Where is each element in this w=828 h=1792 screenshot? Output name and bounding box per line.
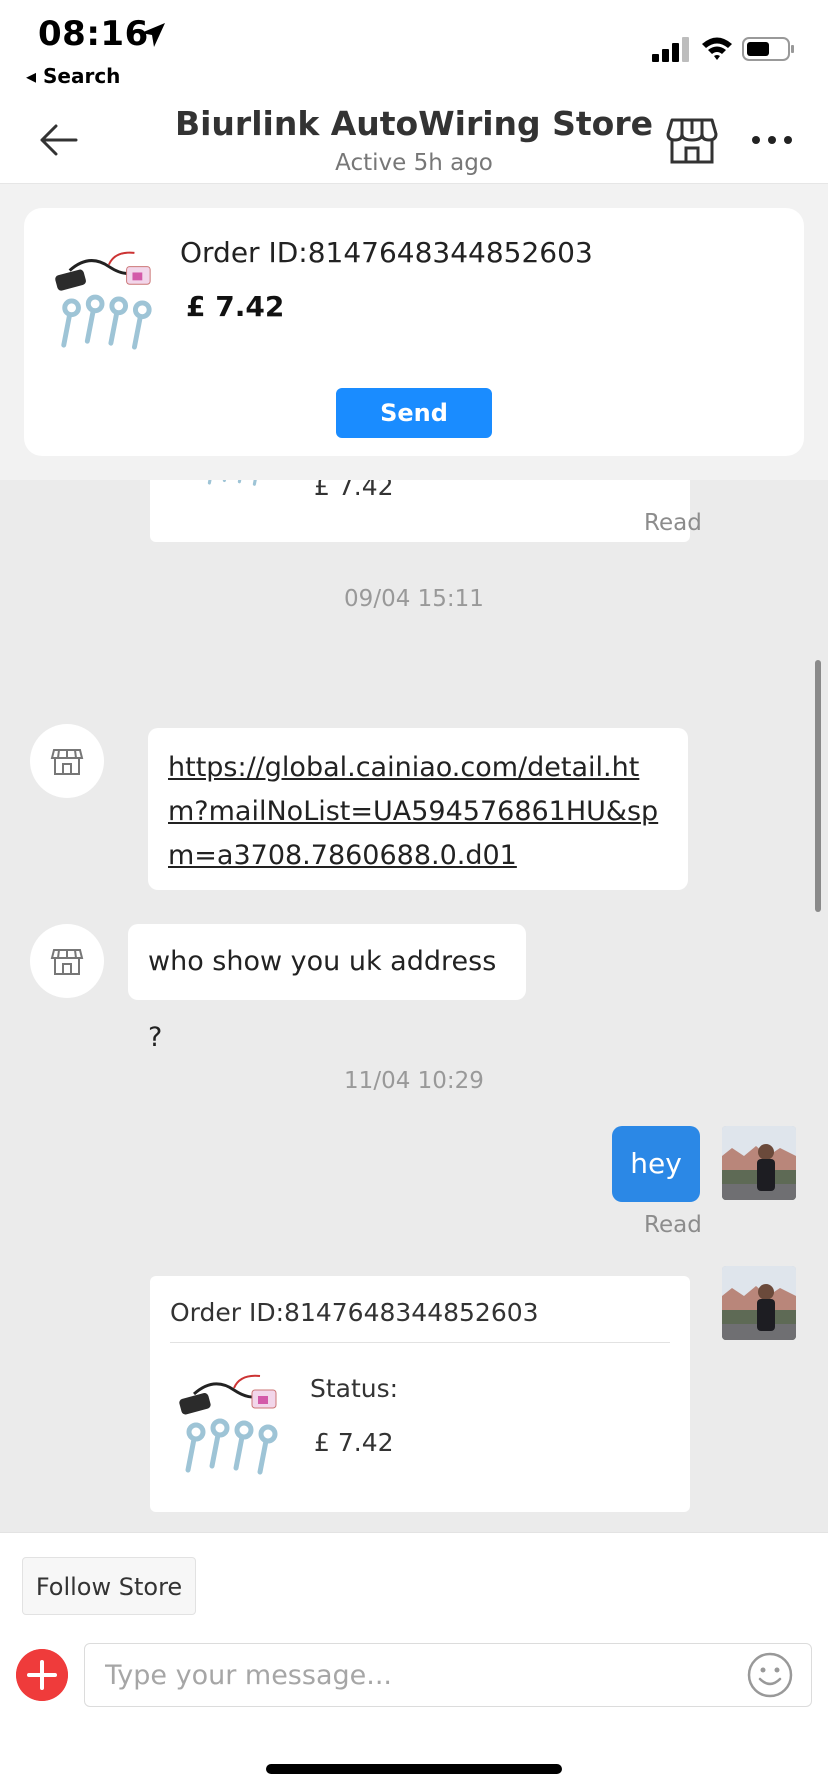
product-thumbnail (174, 1366, 284, 1478)
pinned-order-card: Order ID:8147648344852603 £ 7.42 Send (24, 208, 804, 456)
emoji-icon[interactable] (746, 1651, 794, 1699)
chat-screen: 08:16 ◂ Search Biurlink AutoWiring Store… (0, 0, 828, 1792)
pinned-order-price: £ 7.42 (186, 290, 285, 323)
read-receipt: Read (644, 1212, 702, 1238)
store-icon[interactable] (666, 116, 718, 166)
message-list[interactable]: £ 7.42 Read 09/04 15:11 https://global.c… (0, 480, 828, 1532)
pinned-order-area: Order ID:8147648344852603 £ 7.42 Send (0, 184, 828, 480)
tracking-link-message[interactable]: https://global.cainiao.com/detail.htm?ma… (148, 728, 688, 890)
cellular-signal-icon (652, 37, 689, 62)
product-thumbnail (50, 242, 158, 354)
order-price: £ 7.42 (314, 1428, 394, 1457)
clock: 08:16 (38, 14, 149, 54)
composer-bar: Follow Store (0, 1532, 828, 1792)
status-bar: 08:16 ◂ Search (0, 0, 828, 96)
scrollbar[interactable] (815, 660, 821, 912)
store-icon (50, 744, 84, 778)
user-photo (722, 1126, 796, 1200)
send-order-button[interactable]: Send (336, 388, 492, 438)
message-timestamp: 09/04 15:11 (344, 586, 484, 612)
user-avatar[interactable] (722, 1126, 796, 1200)
store-avatar (30, 724, 104, 798)
location-arrow-icon (141, 23, 165, 47)
order-message-card[interactable]: Order ID:8147648344852603 Status: £ 7.42 (150, 1276, 690, 1512)
add-attachment-icon[interactable] (16, 1649, 68, 1701)
message-input[interactable] (84, 1643, 812, 1707)
product-thumbnail (180, 480, 290, 530)
user-photo (722, 1266, 796, 1340)
user-avatar[interactable] (722, 1266, 796, 1340)
incoming-message: who show you uk address ? (128, 924, 526, 1053)
message-timestamp: 11/04 10:29 (344, 1068, 484, 1094)
read-receipt: Read (644, 510, 702, 536)
more-options-icon[interactable] (748, 130, 796, 150)
pinned-order-id: Order ID:8147648344852603 (180, 236, 593, 269)
chat-header: Biurlink AutoWiring Store Active 5h ago (0, 96, 828, 184)
back-to-search-link[interactable]: ◂ Search (26, 64, 120, 88)
wifi-icon (702, 37, 732, 60)
order-message-card-partial[interactable]: £ 7.42 (150, 480, 690, 542)
follow-store-button[interactable]: Follow Store (22, 1557, 196, 1615)
outgoing-message: hey (612, 1126, 700, 1202)
battery-icon (742, 37, 794, 61)
home-indicator[interactable] (266, 1764, 562, 1774)
store-avatar (30, 924, 104, 998)
divider (170, 1342, 670, 1343)
order-price: £ 7.42 (314, 480, 394, 501)
order-id: Order ID:8147648344852603 (170, 1298, 539, 1327)
store-icon (50, 944, 84, 978)
order-status-label: Status: (310, 1374, 399, 1403)
